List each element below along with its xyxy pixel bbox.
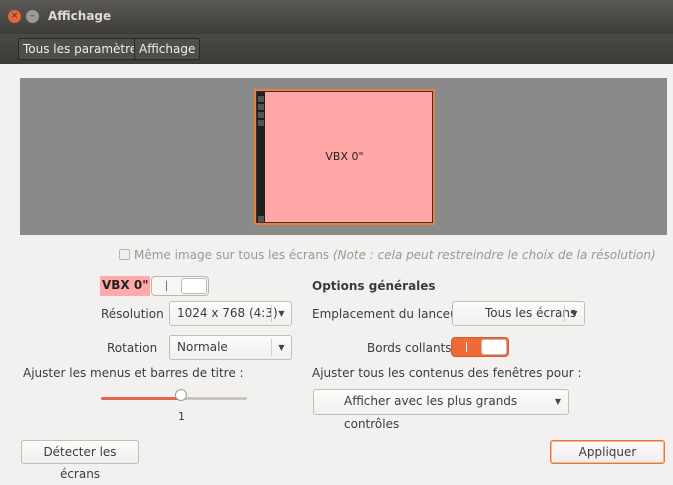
monitor-preview[interactable]: VBX 0": [254, 89, 435, 225]
launcher-icon: [258, 104, 264, 110]
switch-knob: [181, 278, 207, 294]
content-scale-select[interactable]: Afficher avec les plus grands contrôles …: [313, 389, 569, 431]
mirror-displays-label: Même image sur tous les écrans: [134, 248, 330, 262]
apply-button[interactable]: Appliquer: [550, 440, 665, 464]
rotation-select[interactable]: Normale ▼: [169, 335, 292, 360]
chevron-down-icon: ▼: [554, 397, 562, 406]
launcher-placement-value: Tous les écrans: [485, 306, 577, 320]
breadcrumb: Tous les paramètres Affichage: [0, 34, 673, 64]
display-name: VBX 0": [100, 276, 151, 296]
monitor-screen: VBX 0": [256, 91, 433, 223]
scale-slider[interactable]: [101, 397, 247, 400]
chevron-down-icon: ▼: [271, 305, 291, 322]
launcher-icon: [258, 120, 264, 126]
switch-on-marker: [166, 281, 167, 291]
switch-knob: [481, 339, 507, 355]
general-options-heading: Options générales: [312, 279, 436, 293]
launcher-icon: [258, 112, 264, 118]
resolution-label: Résolution: [101, 307, 164, 321]
chevron-down-icon: ▼: [271, 339, 291, 356]
launcher-placement-label: Emplacement du lanceur: [312, 307, 463, 321]
resolution-value: 1024 x 768 (4:3): [177, 306, 278, 320]
monitor-arrangement-area: VBX 0": [20, 78, 667, 235]
switch-on-marker: [466, 342, 467, 352]
launcher-icon: [258, 216, 264, 222]
launcher-placement-select[interactable]: Tous les écrans ▼: [452, 301, 585, 326]
window-title: Affichage: [48, 9, 112, 23]
rotation-label: Rotation: [107, 341, 158, 355]
sticky-edges-switch[interactable]: [451, 337, 509, 357]
title-bar: × – Affichage: [0, 0, 673, 34]
mirror-displays-row: Même image sur tous les écrans (Note : c…: [119, 248, 656, 262]
minimize-icon[interactable]: –: [26, 10, 39, 23]
rotation-value: Normale: [177, 340, 228, 354]
launcher-icon: [258, 96, 264, 102]
scale-label: Ajuster les menus et barres de titre :: [23, 366, 244, 380]
scale-value: 1: [178, 410, 185, 423]
content-scale-value: Afficher avec les plus grands contrôles: [344, 394, 518, 431]
mirror-note: (Note : cela peut restreindre le choix d…: [332, 248, 656, 262]
monitor-label: VBX 0": [325, 150, 364, 163]
close-icon[interactable]: ×: [8, 10, 21, 23]
breadcrumb-display[interactable]: Affichage: [134, 38, 201, 60]
content-scale-label: Ajuster tous les contenus des fenêtres p…: [312, 366, 582, 380]
sticky-edges-label: Bords collants: [367, 341, 452, 355]
display-enable-switch[interactable]: [151, 276, 209, 296]
resolution-select[interactable]: 1024 x 768 (4:3) ▼: [169, 301, 292, 326]
mirror-displays-checkbox[interactable]: [119, 249, 130, 260]
detect-displays-button[interactable]: Détecter les écrans: [21, 440, 139, 481]
chevron-down-icon: ▼: [564, 305, 584, 322]
scale-slider-fill: [101, 397, 182, 400]
breadcrumb-all-settings[interactable]: Tous les paramètres: [18, 38, 149, 60]
